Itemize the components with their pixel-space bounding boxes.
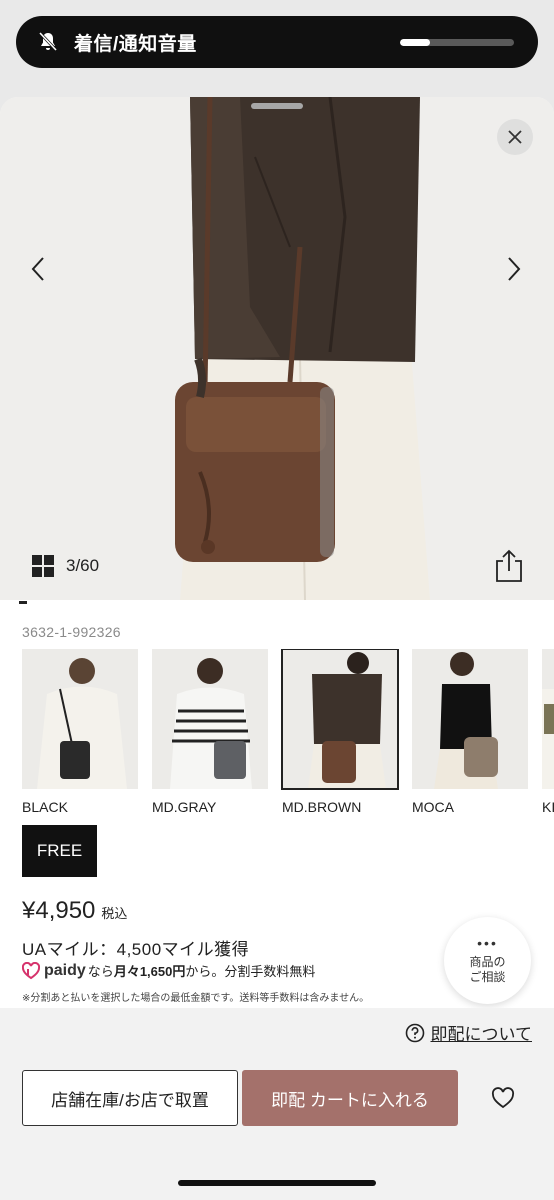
chevron-left-icon bbox=[31, 257, 44, 281]
color-option-md-gray[interactable]: MD.GRAY bbox=[152, 649, 268, 815]
consult-line1: 商品の bbox=[469, 955, 506, 969]
bell-slash-icon bbox=[38, 31, 58, 52]
indicator-dash bbox=[19, 601, 27, 604]
installment-note: ※分割あと払いを選択した場合の最低金額です。送料等手数料は含みません。 bbox=[22, 993, 370, 1004]
paidy-logo-icon bbox=[22, 961, 40, 979]
color-name: KI bbox=[542, 799, 554, 815]
consult-line2: ご相談 bbox=[469, 970, 506, 984]
size-option-free[interactable]: FREE bbox=[22, 825, 97, 877]
prev-image-button[interactable] bbox=[22, 249, 54, 289]
close-button[interactable] bbox=[497, 119, 533, 155]
home-indicator[interactable] bbox=[178, 1180, 376, 1186]
color-name: MD.GRAY bbox=[152, 799, 217, 815]
volume-slider[interactable] bbox=[400, 39, 514, 46]
product-photo bbox=[0, 97, 554, 600]
question-circle-icon bbox=[405, 1023, 424, 1042]
grid-icon bbox=[32, 555, 54, 577]
color-thumbnail bbox=[542, 649, 554, 789]
color-thumbnail bbox=[152, 649, 268, 789]
consult-button[interactable]: ••• 商品の ご相談 bbox=[444, 917, 531, 1004]
favorite-button[interactable] bbox=[486, 1081, 520, 1115]
sheet-grabber[interactable] bbox=[251, 103, 303, 109]
heart-icon bbox=[491, 1087, 515, 1109]
about-express-delivery-label: 即配について bbox=[430, 1025, 533, 1044]
color-thumbnail bbox=[412, 649, 528, 789]
paidy-pre: なら bbox=[87, 964, 114, 979]
color-option-md-brown[interactable]: MD.BROWN bbox=[281, 649, 399, 815]
price-amount: ¥4,950 bbox=[22, 897, 96, 924]
action-bar: 即配について 店舗在庫/お店で取置 即配 カートに入れる bbox=[0, 1008, 554, 1200]
share-icon[interactable] bbox=[494, 549, 524, 583]
color-name: MOCA bbox=[412, 799, 454, 815]
add-to-cart-button[interactable]: 即配 カートに入れる bbox=[242, 1070, 458, 1126]
about-express-delivery-link[interactable]: 即配について bbox=[405, 1020, 533, 1045]
color-thumbnail bbox=[22, 649, 138, 789]
paidy-post: から。分割手数料無料 bbox=[185, 964, 316, 979]
next-image-button[interactable] bbox=[498, 249, 530, 289]
more-dots-icon: ••• bbox=[477, 935, 498, 951]
volume-label: 着信/通知音量 bbox=[74, 33, 197, 55]
volume-hud: 着信/通知音量 bbox=[16, 16, 538, 68]
store-stock-button[interactable]: 店舗在庫/お店で取置 bbox=[22, 1070, 238, 1126]
paidy-monthly: 月々1,650円 bbox=[113, 964, 186, 979]
color-selector: BLACK MD.GRAY MD.BROWN MOCA KI bbox=[22, 649, 554, 819]
tax-label: 税込 bbox=[101, 906, 128, 921]
color-option-ki[interactable]: KI bbox=[542, 649, 554, 815]
close-icon bbox=[508, 130, 522, 144]
image-counter-text: 3/60 bbox=[66, 556, 100, 575]
volume-level-fill bbox=[400, 39, 430, 46]
paidy-installment-info: paidy なら 月々1,650円 から。分割手数料無料 bbox=[22, 961, 315, 980]
color-name: MD.BROWN bbox=[282, 799, 362, 815]
image-counter[interactable]: 3/60 bbox=[32, 555, 99, 577]
miles-info: UAマイル：4,500マイル獲得 bbox=[22, 940, 250, 959]
product-image[interactable]: 3/60 bbox=[0, 97, 554, 600]
color-option-moca[interactable]: MOCA bbox=[412, 649, 528, 815]
product-sku: 3632-1-992326 bbox=[22, 624, 121, 640]
color-name: BLACK bbox=[22, 799, 68, 815]
product-sheet: 3/60 3632-1-992326 BLACK MD.GRAY MD.BROW… bbox=[0, 97, 554, 1200]
price-row: ¥4,950 税込 bbox=[22, 897, 127, 925]
color-thumbnail-selected bbox=[281, 649, 399, 790]
color-option-black[interactable]: BLACK bbox=[22, 649, 138, 815]
paidy-brand: paidy bbox=[44, 961, 86, 979]
chevron-right-icon bbox=[508, 257, 521, 281]
